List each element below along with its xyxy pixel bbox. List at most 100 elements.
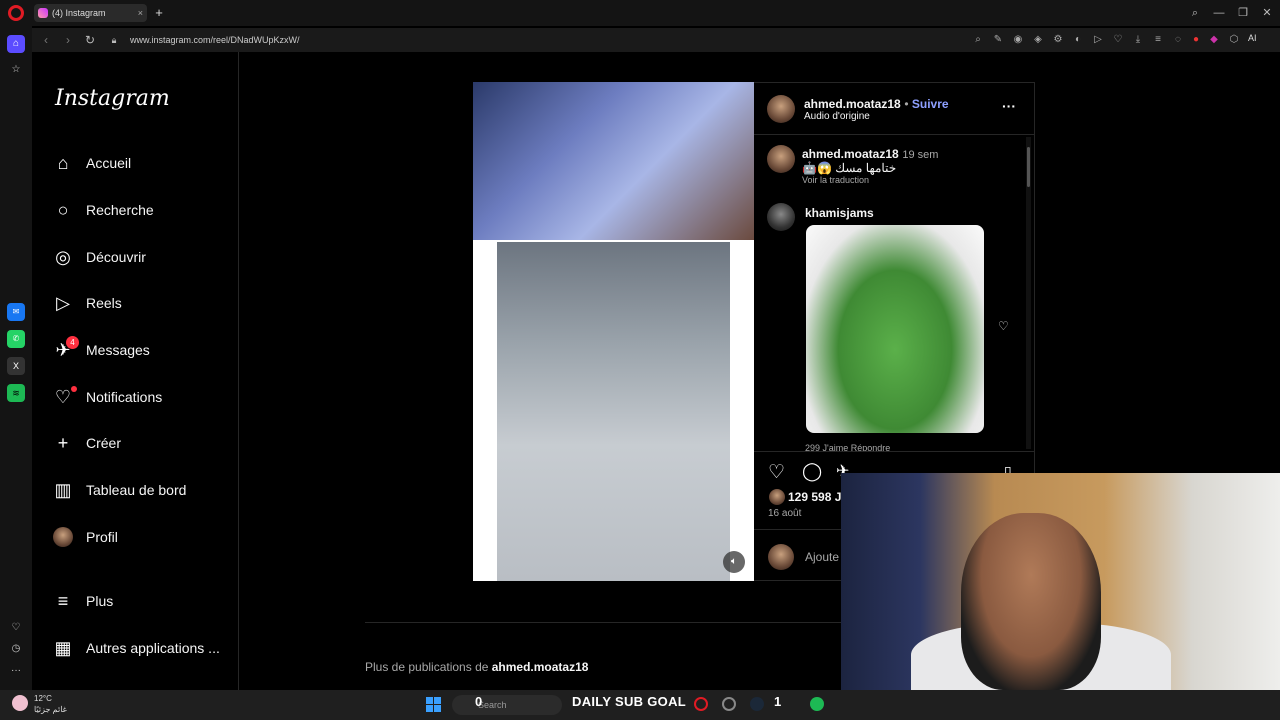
nav-label: Découvrir	[86, 249, 146, 265]
weather-icon	[12, 695, 28, 711]
opera-taskbar-icon[interactable]	[694, 697, 708, 711]
extension-shield-icon[interactable]: ◆	[1208, 34, 1220, 46]
new-tab-button[interactable]: +	[152, 4, 166, 22]
obs-taskbar-icon[interactable]	[722, 697, 736, 711]
commenter-username[interactable]: khamisjams	[805, 206, 874, 220]
author-username[interactable]: ahmed.moataz18	[804, 97, 901, 111]
comment-sticker-image[interactable]	[806, 225, 984, 433]
vpn-icon[interactable]: ◐	[1072, 34, 1084, 46]
spotify-icon[interactable]: ≋	[7, 384, 25, 402]
minimize-button[interactable]: —	[1208, 4, 1230, 22]
comment-icon[interactable]: ◯	[802, 461, 822, 482]
windows-start-icon[interactable]	[426, 697, 441, 712]
settings-icon[interactable]: ⚙	[1052, 34, 1064, 46]
ai-button[interactable]: AI	[1248, 33, 1257, 43]
nav-item-notifications[interactable]: ♡ Notifications	[52, 377, 232, 417]
whatsapp-icon[interactable]: ✆	[7, 330, 25, 348]
audio-label[interactable]: Audio d'origine	[804, 111, 870, 122]
nav-label: Accueil	[86, 155, 132, 171]
forward-icon[interactable]: ›	[60, 32, 76, 48]
translate-link[interactable]: Voir la traduction	[802, 175, 869, 185]
shield-icon[interactable]: ◈	[1032, 34, 1044, 46]
account-icon[interactable]: ◌	[1172, 34, 1184, 46]
speaker-icon[interactable]: 🔈︎	[723, 551, 745, 573]
sub-goal-target: 1	[774, 694, 782, 709]
caption-username[interactable]: ahmed.moataz18	[802, 147, 899, 161]
nav-item-home[interactable]: ⌂ Accueil	[52, 143, 232, 183]
menu-icon[interactable]: ≡	[1152, 34, 1164, 46]
tab-search-icon[interactable]: ⌕	[1184, 4, 1206, 22]
tab-close-icon[interactable]: ×	[138, 4, 143, 22]
section-divider	[365, 622, 845, 623]
star-icon[interactable]: ☆	[7, 61, 25, 79]
taskbar-search-input[interactable]: Search	[452, 695, 562, 715]
history-icon[interactable]: ◷	[7, 640, 25, 658]
x-twitter-icon[interactable]: X	[7, 357, 25, 375]
plus-icon: +	[57, 432, 69, 453]
reel-video-top-frame	[473, 82, 754, 240]
add-comment-input[interactable]: Ajoute	[805, 550, 839, 564]
reels-icon: ▷	[56, 292, 70, 313]
browser-tab-instagram[interactable]: (4) Instagram ×	[34, 4, 147, 22]
post-date: 16 août	[768, 508, 802, 519]
nav-item-more[interactable]: ≡ Plus	[52, 581, 232, 621]
nav-label: Recherche	[86, 202, 154, 218]
weather-widget[interactable]: 12°C غائم جزئيًا	[12, 693, 67, 715]
nav-label: Profil	[86, 529, 118, 545]
more-publications-user[interactable]: ahmed.moataz18	[492, 660, 589, 674]
comments-scrollbar[interactable]	[1026, 137, 1031, 449]
steam-taskbar-icon[interactable]	[750, 697, 764, 711]
download-icon[interactable]: ⤓	[1132, 34, 1144, 46]
lock-icon: 🔒︎	[111, 35, 117, 45]
more-sidebar-icon[interactable]: ···	[7, 662, 25, 680]
search-icon: ○	[57, 199, 69, 220]
reload-icon[interactable]: ↻	[82, 32, 98, 48]
nav-item-messages[interactable]: ✈ 4 Messages	[52, 330, 232, 370]
weather-temp: 12°C	[34, 694, 52, 703]
close-window-button[interactable]: ✕	[1256, 4, 1278, 22]
spotify-taskbar-icon[interactable]	[810, 697, 824, 711]
zoom-icon[interactable]: ⌕	[972, 34, 984, 46]
url-field[interactable]: www.instagram.com/reel/DNadWUpKzxW/	[130, 32, 300, 48]
more-options-icon[interactable]: ···	[1002, 98, 1016, 114]
tab-title: (4) Instagram	[52, 8, 106, 18]
like-icon[interactable]: ♡	[768, 461, 785, 484]
nav-item-profile[interactable]: Profil	[52, 517, 232, 557]
caption-avatar[interactable]	[767, 145, 795, 173]
nav-item-create[interactable]: + Créer	[52, 423, 232, 463]
instagram-nav: Instagram ⌂ Accueil ○ Recherche ◎ Découv…	[32, 52, 239, 690]
camera-icon[interactable]: ◉	[1012, 34, 1024, 46]
nav-item-explore[interactable]: ◎ Découvrir	[52, 237, 232, 277]
messenger-sidebar-icon[interactable]: ✉	[7, 303, 25, 321]
back-icon[interactable]: ‹	[38, 32, 54, 48]
opera-logo-icon[interactable]	[8, 5, 24, 21]
favorite-icon[interactable]: ♡	[1112, 34, 1124, 46]
extensions-icon[interactable]: ⬡	[1228, 34, 1240, 46]
nav-label: Tableau de bord	[86, 482, 187, 498]
nav-item-search[interactable]: ○ Recherche	[52, 190, 232, 230]
messages-badge: 4	[66, 336, 79, 349]
extension-red-icon[interactable]: ●	[1190, 34, 1202, 46]
nav-item-reels[interactable]: ▷ Reels	[52, 283, 232, 323]
sub-goal-current: 0	[475, 694, 483, 709]
follow-button[interactable]: Suivre	[912, 97, 949, 111]
maximize-button[interactable]: ❐	[1232, 4, 1254, 22]
play-icon[interactable]: ▷	[1092, 34, 1104, 46]
actions-divider	[754, 451, 1035, 452]
more-publications-prefix: Plus de publications de	[365, 660, 492, 674]
apps-grid-icon: ▦	[54, 637, 72, 658]
nav-label: Plus	[86, 593, 114, 609]
instagram-logo[interactable]: Instagram	[55, 86, 170, 111]
commenter-avatar[interactable]	[767, 203, 795, 231]
home-sidebar-icon[interactable]: ⌂	[7, 35, 25, 53]
edit-icon[interactable]: ✎	[992, 34, 1004, 46]
sub-goal-label: DAILY SUB GOAL	[572, 694, 686, 709]
nav-item-other-apps[interactable]: ▦ Autres applications ...	[52, 628, 232, 668]
heart-sidebar-icon[interactable]: ♡	[7, 619, 25, 637]
comment-like-icon[interactable]: ♡	[998, 319, 1009, 333]
home-icon: ⌂	[57, 152, 69, 173]
reel-video[interactable]: 🔈︎	[473, 82, 754, 581]
nav-item-dashboard[interactable]: ▥ Tableau de bord	[52, 470, 232, 510]
nav-label: Notifications	[86, 389, 163, 405]
author-avatar[interactable]	[767, 95, 795, 123]
